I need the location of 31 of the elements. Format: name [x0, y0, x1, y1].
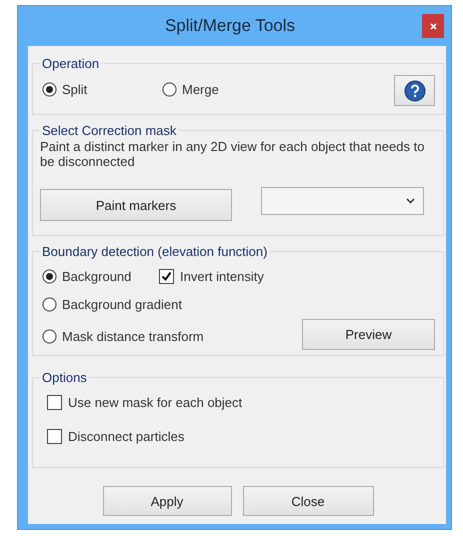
option-label: Disconnect particles	[68, 429, 184, 444]
option-label: Background gradient	[62, 297, 182, 312]
radio-button[interactable]	[42, 269, 57, 284]
option-label: Merge	[182, 82, 219, 96]
checkbox[interactable]	[47, 429, 62, 444]
preview-button[interactable]: Preview	[302, 319, 435, 350]
radio-button[interactable]	[42, 329, 57, 344]
option-label: Background	[62, 269, 132, 284]
option-label: Invert intensity	[180, 269, 264, 284]
radio-button[interactable]	[42, 82, 57, 96]
checkbox[interactable]	[47, 395, 62, 410]
apply-button[interactable]: Apply	[102, 486, 232, 516]
help-icon	[404, 80, 426, 102]
close-icon	[430, 22, 436, 30]
paint-markers-button[interactable]: Paint markers	[40, 189, 232, 221]
group-title: Select Correction mask	[41, 123, 178, 138]
help-button[interactable]	[394, 75, 435, 106]
instruction-text: Paint a distinct marker in any 2D view for each object that needs to be disconnected	[40, 139, 426, 169]
radio-button[interactable]	[162, 82, 177, 96]
group-title: Boundary detection (elevation function)	[41, 244, 268, 259]
close-button[interactable]	[422, 14, 444, 38]
group-title: Operation	[41, 56, 100, 71]
chevron-down-icon	[406, 198, 415, 204]
close-dialog-button[interactable]: Close	[242, 486, 374, 516]
group-title: Options	[41, 370, 88, 385]
option-label: Mask distance transform	[62, 329, 204, 344]
radio-button[interactable]	[42, 297, 57, 312]
window-title: Split/Merge Tools	[164, 16, 296, 36]
option-label: Use new mask for each object	[68, 395, 242, 410]
option-label: Split	[62, 82, 88, 96]
checkbox[interactable]	[159, 269, 174, 284]
